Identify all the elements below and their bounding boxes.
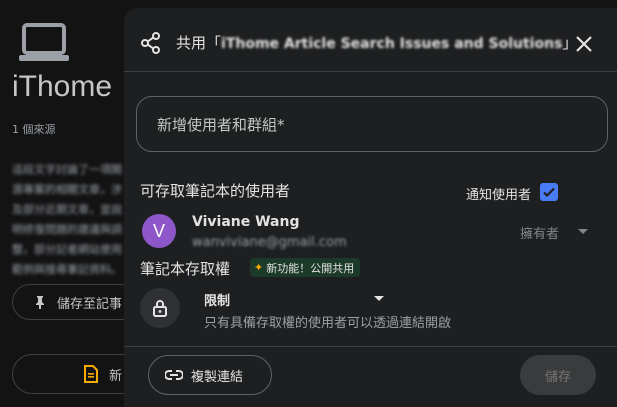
sparkle-icon: ✦ [254, 261, 264, 274]
dialog-title: 共用「iThome Article Search Issues and Solu… [176, 32, 577, 53]
share-icon [141, 32, 160, 54]
pin-icon [36, 296, 44, 309]
chevron-down-icon [578, 229, 588, 234]
notebook-description: 這段文字討論了一項開源專案的相關文章，涉及部分近期文章，並說明修復問題的建議與調… [12, 163, 122, 276]
close-icon[interactable] [572, 32, 596, 56]
notebook-title: iThome [12, 70, 113, 103]
user-row: V Viviane Wang wanviviane@gmail.com 擁有者 [124, 212, 617, 256]
dialog-title-prefix: 共用「 [176, 34, 222, 52]
save-to-note-label: 儲存至記事 [57, 296, 123, 312]
notify-checkbox[interactable] [540, 183, 558, 201]
access-description: 只有具備存取權的使用者可以透過連結開啟 [204, 316, 452, 331]
user-name: Viviane Wang [192, 214, 300, 230]
check-icon [543, 187, 555, 198]
access-dropdown-icon[interactable] [374, 296, 384, 301]
new-feature-label: 新功能！公開共用 [266, 261, 355, 275]
users-heading: 可存取筆記本的使用者 [140, 182, 291, 200]
avatar: V [142, 214, 176, 248]
user-role: 擁有者 [520, 227, 560, 242]
notify-label: 通知使用者 [466, 188, 532, 203]
laptop-icon [19, 23, 69, 61]
sources-count: 1 個來源 [12, 123, 56, 136]
access-level-select[interactable]: 限制 [204, 290, 230, 309]
copy-link-button[interactable]: 複製連結 [148, 355, 272, 395]
add-people-placeholder: 新增使用者和群組* [157, 115, 285, 134]
new-feature-badge: ✦ 新功能！公開共用 [250, 258, 361, 277]
new-note-label: 新 [109, 368, 123, 384]
add-people-input[interactable]: 新增使用者和群組* [136, 96, 608, 152]
link-icon [165, 370, 183, 380]
lock-icon-circle [140, 288, 180, 328]
share-dialog: 共用「iThome Article Search Issues and Solu… [124, 8, 617, 407]
header-divider [124, 71, 617, 72]
dialog-title-notebook-name: iThome Article Search Issues and Solutio… [221, 36, 563, 52]
footer-divider [124, 346, 617, 347]
copy-link-label: 複製連結 [191, 369, 244, 385]
save-button[interactable]: 儲存 [520, 355, 596, 395]
access-heading: 筆記本存取權 [140, 260, 231, 278]
note-icon [84, 365, 98, 383]
lock-icon [153, 300, 167, 317]
user-email: wanviviane@gmail.com [192, 235, 347, 250]
